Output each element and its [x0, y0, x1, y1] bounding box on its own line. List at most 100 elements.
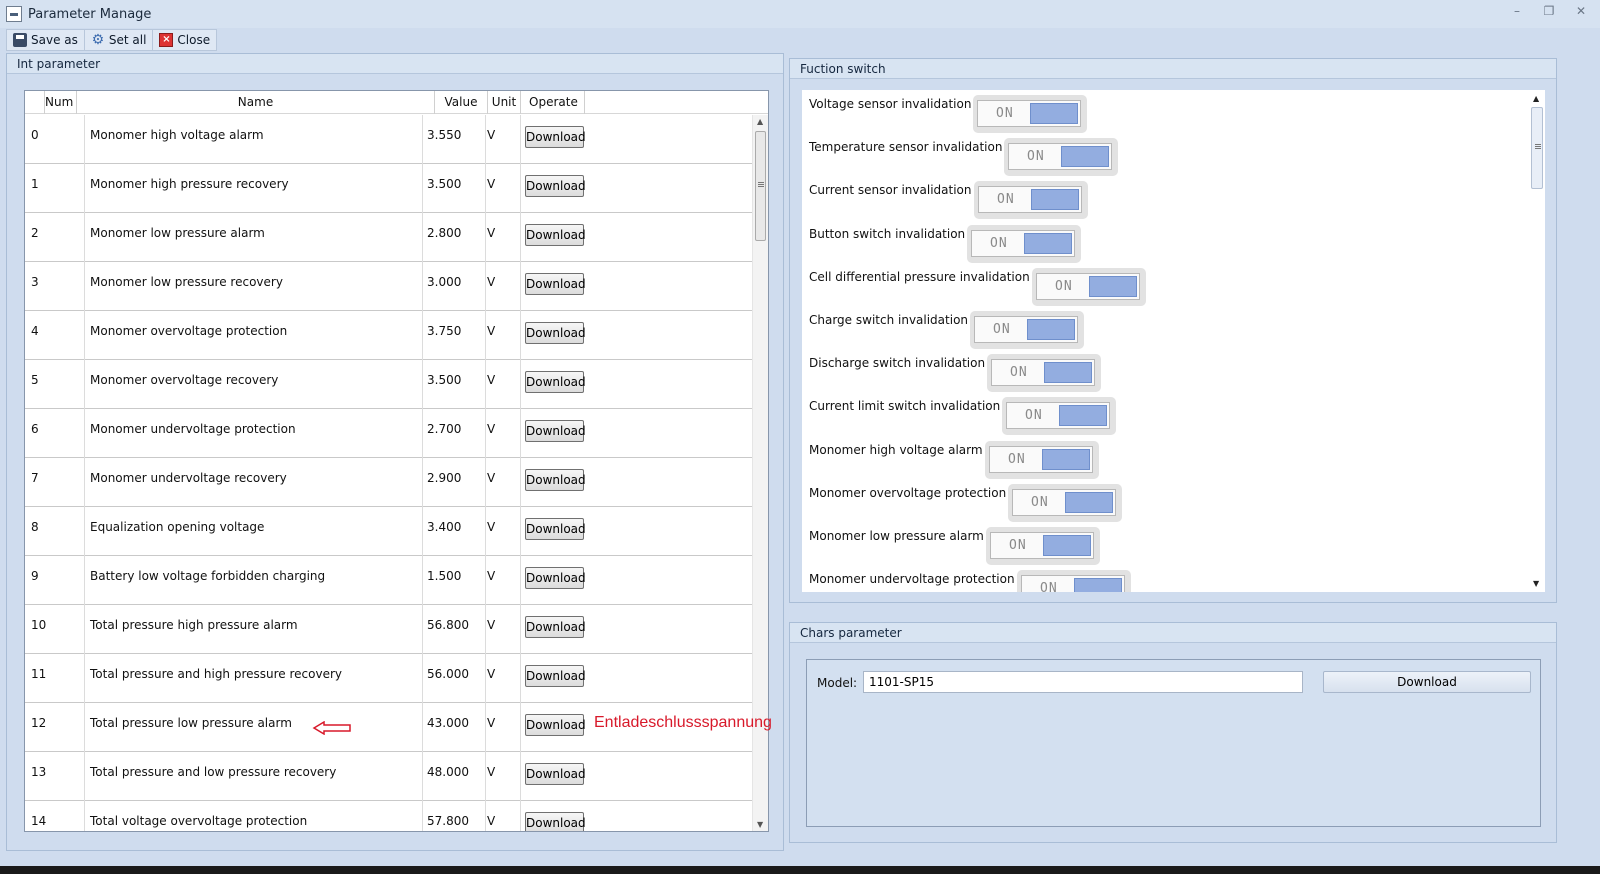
download-button[interactable]: Download [525, 567, 586, 589]
toggle-switch[interactable]: ON [1002, 397, 1116, 435]
toggle-knob[interactable] [1031, 189, 1079, 210]
toggle-knob[interactable] [1024, 233, 1072, 254]
close-button[interactable]: × Close [153, 30, 216, 50]
table-row[interactable]: 4 Monomer overvoltage protection 3.750 V Dow… [25, 311, 752, 360]
toggle-switch[interactable]: ON [985, 441, 1099, 479]
cell-divider [520, 409, 521, 458]
minimize-icon[interactable]: – [1510, 4, 1524, 18]
row-value[interactable]: 2.900 [427, 471, 461, 485]
row-value[interactable]: 3.500 [427, 177, 461, 191]
table-row[interactable]: 1 Monomer high pressure recovery 3.500 V Dow… [25, 164, 752, 213]
row-num: 6 [31, 422, 39, 436]
table-row[interactable]: 9 Battery low voltage forbidden charging 1… [25, 556, 752, 605]
col-unit[interactable]: Unit [488, 91, 521, 114]
row-value[interactable]: 3.550 [427, 128, 461, 142]
toggle-switch[interactable]: ON [967, 225, 1081, 263]
row-unit: V [487, 177, 496, 191]
table-row[interactable]: 7 Monomer undervoltage recovery 2.900 V Down… [25, 458, 752, 507]
toggle-switch[interactable]: ON [974, 181, 1088, 219]
download-button[interactable]: Download [525, 420, 586, 442]
toggle-switch[interactable]: ON [1017, 570, 1131, 592]
table-row[interactable]: 13 Total pressure and low pressure recove… [25, 752, 752, 801]
model-input[interactable]: 1101-SP15 [863, 671, 1303, 693]
toggle-knob[interactable] [1030, 103, 1078, 124]
table-row[interactable]: 5 Monomer overvoltage recovery 3.500 V Downl… [25, 360, 752, 409]
toggle-knob[interactable] [1044, 362, 1092, 383]
row-name: Equalization opening voltage [90, 520, 265, 534]
download-button[interactable]: Download [525, 763, 586, 785]
download-button[interactable]: Download [525, 224, 586, 246]
row-value[interactable]: 43.000 [427, 716, 469, 730]
toggle-switch[interactable]: ON [973, 95, 1087, 133]
download-button[interactable]: Download [525, 273, 586, 295]
toggle-knob[interactable] [1089, 276, 1137, 297]
switch-scroll-down-icon[interactable]: ▼ [1533, 579, 1539, 588]
toggle-knob[interactable] [1042, 449, 1090, 470]
chars-download-button[interactable]: Download [1323, 671, 1531, 693]
save-as-button[interactable]: Save as [7, 30, 85, 50]
close-window-icon[interactable]: ✕ [1574, 4, 1588, 18]
table-row[interactable]: 10 Total pressure high pressure alarm 56.8… [25, 605, 752, 654]
row-value[interactable]: 1.500 [427, 569, 461, 583]
download-button[interactable]: Download [525, 126, 586, 148]
set-all-button[interactable]: ⚙ Set all [85, 30, 154, 50]
toggle-knob[interactable] [1074, 578, 1122, 592]
row-value[interactable]: 2.800 [427, 226, 461, 240]
row-value[interactable]: 56.800 [427, 618, 469, 632]
cell-divider [485, 164, 486, 213]
download-button[interactable]: Download [525, 469, 586, 491]
switch-scroll-thumb[interactable] [1531, 107, 1543, 189]
toggle-knob[interactable] [1061, 146, 1109, 167]
row-name: Monomer overvoltage protection [90, 324, 288, 338]
toggle-knob[interactable] [1027, 319, 1075, 340]
table-row[interactable]: 3 Monomer low pressure recovery 3.000 V Down… [25, 262, 752, 311]
download-button[interactable]: Download [525, 175, 586, 197]
restore-icon[interactable]: ❐ [1542, 4, 1556, 18]
table-row[interactable]: 2 Monomer low pressure alarm 2.800 V Downloa… [25, 213, 752, 262]
toggle-switch[interactable]: ON [987, 354, 1101, 392]
toggle-switch[interactable]: ON [1004, 138, 1118, 176]
row-name: Monomer undervoltage protection [90, 422, 296, 436]
toggle-track: ON [1036, 273, 1140, 300]
row-value[interactable]: 57.800 [427, 814, 469, 828]
row-value[interactable]: 2.700 [427, 422, 461, 436]
download-button[interactable]: Download [525, 812, 586, 831]
table-row[interactable]: 8 Equalization opening voltage 3.400 V Downl… [25, 507, 752, 556]
download-button[interactable]: Download [525, 518, 586, 540]
cell-divider [422, 801, 423, 831]
download-button[interactable]: Download [525, 616, 586, 638]
scroll-down-icon[interactable]: ▼ [757, 820, 763, 829]
download-button[interactable]: Download [525, 714, 586, 736]
row-name: Total pressure and low pressure recovery [90, 765, 337, 779]
table-row[interactable]: 14 Total voltage overvoltage protection 57… [25, 801, 752, 831]
row-value[interactable]: 48.000 [427, 765, 469, 779]
table-row[interactable]: 0 Monomer high voltage alarm 3.550 V Downloa… [25, 115, 752, 164]
table-row[interactable]: 11 Total pressure and high pressure recov… [25, 654, 752, 703]
toggle-switch[interactable]: ON [970, 311, 1084, 349]
toggle-knob[interactable] [1065, 492, 1113, 513]
switch-scroll-up-icon[interactable]: ▲ [1533, 94, 1539, 103]
col-value[interactable]: Value [435, 91, 488, 114]
download-button[interactable]: Download [525, 371, 586, 393]
toggle-switch[interactable]: ON [986, 527, 1100, 565]
scroll-up-icon[interactable]: ▲ [757, 117, 763, 126]
switch-scrollbar[interactable]: ▲ ▼ [1529, 90, 1545, 592]
row-value[interactable]: 56.000 [427, 667, 469, 681]
toggle-knob[interactable] [1043, 535, 1091, 556]
row-value[interactable]: 3.000 [427, 275, 461, 289]
col-name[interactable]: Name [77, 91, 435, 114]
grid-scroll-thumb[interactable] [755, 131, 766, 241]
toggle-knob[interactable] [1059, 405, 1107, 426]
table-row[interactable]: 6 Monomer undervoltage protection 2.700 V Do… [25, 409, 752, 458]
col-operate[interactable]: Operate [521, 91, 585, 114]
row-value[interactable]: 3.400 [427, 520, 461, 534]
toggle-switch[interactable]: ON [1032, 268, 1146, 306]
row-value[interactable]: 3.500 [427, 373, 461, 387]
toggle-switch[interactable]: ON [1008, 484, 1122, 522]
cell-divider [84, 311, 85, 360]
download-button[interactable]: Download [525, 322, 586, 344]
switch-row: Discharge switch invalidation ON [802, 349, 1522, 392]
download-button[interactable]: Download [525, 665, 586, 687]
col-num[interactable]: Num [45, 91, 77, 114]
row-value[interactable]: 3.750 [427, 324, 461, 338]
